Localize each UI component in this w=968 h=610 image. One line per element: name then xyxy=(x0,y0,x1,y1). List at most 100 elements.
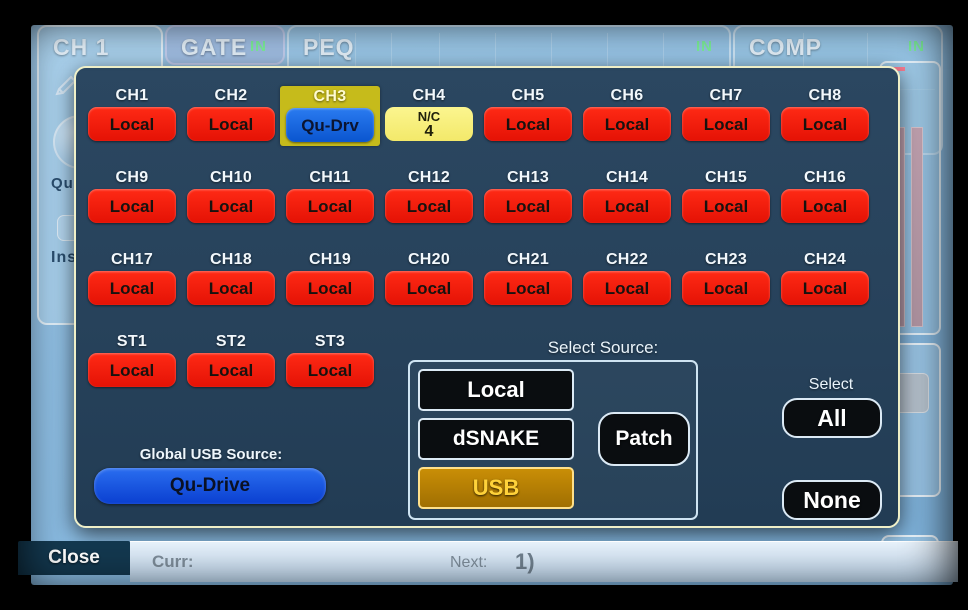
select-all-button[interactable]: All xyxy=(782,398,882,438)
channel-source-button[interactable]: Local xyxy=(781,271,869,305)
channel-source-button[interactable]: Local xyxy=(682,189,770,223)
channel-cell[interactable]: CH10 Local xyxy=(181,168,281,223)
channel-source-button[interactable]: Local xyxy=(781,107,869,141)
channel-name-label: CH22 xyxy=(605,251,649,268)
scene-status-bar: Curr: Next: 1) xyxy=(130,541,958,582)
channel-source-button[interactable]: Local xyxy=(286,189,374,223)
channel-cell[interactable]: CH6 Local xyxy=(577,86,677,141)
channel-cell[interactable]: CH12 Local xyxy=(379,168,479,223)
channel-source-button[interactable]: N/C 4 xyxy=(385,107,473,141)
channel-source-button[interactable]: Local xyxy=(187,271,275,305)
channel-name-label: CH20 xyxy=(407,251,451,268)
channel-cell[interactable]: CH3 Qu-Drv xyxy=(280,86,380,146)
close-button[interactable]: Close xyxy=(18,541,130,575)
channel-name-label: CH10 xyxy=(209,169,253,186)
channel-name-label: CH24 xyxy=(803,251,847,268)
current-scene-label: Curr: xyxy=(152,552,194,571)
channel-source-text: N/C xyxy=(417,109,441,124)
channel-cell[interactable]: CH4 N/C 4 xyxy=(379,86,479,141)
next-scene-value: 1) xyxy=(515,549,535,574)
channel-cell[interactable]: CH13 Local xyxy=(478,168,578,223)
channel-cell[interactable]: CH14 Local xyxy=(577,168,677,223)
channel-cell[interactable]: CH21 Local xyxy=(478,250,578,305)
channel-name-label: CH16 xyxy=(803,169,847,186)
channel-source-button[interactable]: Local xyxy=(583,107,671,141)
channel-name-label: CH18 xyxy=(209,251,253,268)
source-option-dsnake[interactable]: dSNAKE xyxy=(418,418,574,460)
channel-cell[interactable]: CH7 Local xyxy=(676,86,776,141)
channel-name-label: CH15 xyxy=(704,169,748,186)
channel-source-button[interactable]: Local xyxy=(88,271,176,305)
tab-gate-label: GATE xyxy=(181,34,248,60)
channel-cell[interactable]: CH24 Local xyxy=(775,250,875,305)
select-source-title: Select Source: xyxy=(547,338,659,357)
channel-source-button[interactable]: Local xyxy=(187,353,275,387)
channel-cell[interactable]: ST3 Local xyxy=(280,332,380,387)
channel-name-label: CH13 xyxy=(506,169,550,186)
channel-cell[interactable]: ST1 Local xyxy=(82,332,182,387)
source-option-usb[interactable]: USB xyxy=(418,467,574,509)
gate-in-badge: IN xyxy=(250,38,267,55)
channel-cell[interactable]: CH18 Local xyxy=(181,250,281,305)
channel-cell[interactable]: ST2 Local xyxy=(181,332,281,387)
select-group-title: Select xyxy=(808,376,854,393)
select-source-group: Local dSNAKE USB Patch xyxy=(408,360,698,520)
next-scene-label: Next: xyxy=(450,554,488,571)
channel-cell[interactable]: CH16 Local xyxy=(775,168,875,223)
input-source-dialog: CH1 Local CH2 Local CH3 Qu-Drv CH4 N/C 4 CH5 Local… xyxy=(74,66,900,528)
channel-name-label: CH19 xyxy=(308,251,352,268)
channel-name-label: CH6 xyxy=(610,87,644,104)
select-none-button[interactable]: None xyxy=(782,480,882,520)
channel-source-button[interactable]: Local xyxy=(781,189,869,223)
channel-source-button[interactable]: Local xyxy=(286,271,374,305)
channel-cell[interactable]: CH17 Local xyxy=(82,250,182,305)
channel-source-button[interactable]: Local xyxy=(88,353,176,387)
channel-source-button[interactable]: Local xyxy=(484,271,572,305)
global-usb-source-title: Global USB Source: xyxy=(139,446,283,463)
channel-source-button[interactable]: Local xyxy=(187,189,275,223)
source-option-local[interactable]: Local xyxy=(418,369,574,411)
channel-source-button[interactable]: Local xyxy=(286,353,374,387)
channel-cell[interactable]: CH11 Local xyxy=(280,168,380,223)
channel-cell[interactable]: CH2 Local xyxy=(181,86,281,141)
tab-gate[interactable]: GATE IN xyxy=(165,25,285,65)
tab-ch1-label: CH 1 xyxy=(53,34,110,60)
channel-source-button[interactable]: Local xyxy=(583,189,671,223)
channel-name-label: CH2 xyxy=(214,87,248,104)
patch-button[interactable]: Patch xyxy=(598,412,690,466)
channel-cell[interactable]: CH8 Local xyxy=(775,86,875,141)
channel-cell[interactable]: CH15 Local xyxy=(676,168,776,223)
channel-name-label: CH17 xyxy=(110,251,154,268)
channel-name-label: CH14 xyxy=(605,169,649,186)
channel-source-button[interactable]: Local xyxy=(385,189,473,223)
channel-name-label: CH23 xyxy=(704,251,748,268)
channel-cell[interactable]: CH1 Local xyxy=(82,86,182,141)
channel-source-button[interactable]: Local xyxy=(187,107,275,141)
channel-name-label: CH5 xyxy=(511,87,545,104)
channel-source-button[interactable]: Local xyxy=(682,107,770,141)
channel-cell[interactable]: CH5 Local xyxy=(478,86,578,141)
channel-source-button[interactable]: Local xyxy=(484,107,572,141)
channel-source-socket: 4 xyxy=(424,123,434,140)
channel-cell[interactable]: CH23 Local xyxy=(676,250,776,305)
channel-source-button[interactable]: Local xyxy=(385,271,473,305)
channel-name-label: CH8 xyxy=(808,87,842,104)
channel-source-button[interactable]: Local xyxy=(583,271,671,305)
channel-name-label: CH1 xyxy=(115,87,149,104)
global-usb-source-button[interactable]: Qu-Drive xyxy=(94,468,326,504)
channel-name-label: CH4 xyxy=(412,87,446,104)
channel-cell[interactable]: CH20 Local xyxy=(379,250,479,305)
channel-cell[interactable]: CH19 Local xyxy=(280,250,380,305)
channel-name-label: ST3 xyxy=(314,333,346,350)
channel-cell[interactable]: CH9 Local xyxy=(82,168,182,223)
channel-source-button[interactable]: Local xyxy=(682,271,770,305)
channel-cell[interactable]: CH22 Local xyxy=(577,250,677,305)
channel-source-button[interactable]: Local xyxy=(88,107,176,141)
channel-name-label: CH12 xyxy=(407,169,451,186)
channel-source-button[interactable]: Local xyxy=(484,189,572,223)
channel-source-button[interactable]: Local xyxy=(88,189,176,223)
channel-name-label: CH3 xyxy=(313,88,347,105)
mixer-touchscreen: CH 1 Qu- Ins GATE IN PEQ IN COMP IN CH1 … xyxy=(0,0,968,610)
bottom-bar: Close Curr: Next: 1) xyxy=(18,539,958,585)
channel-source-button[interactable]: Qu-Drv xyxy=(286,108,374,142)
